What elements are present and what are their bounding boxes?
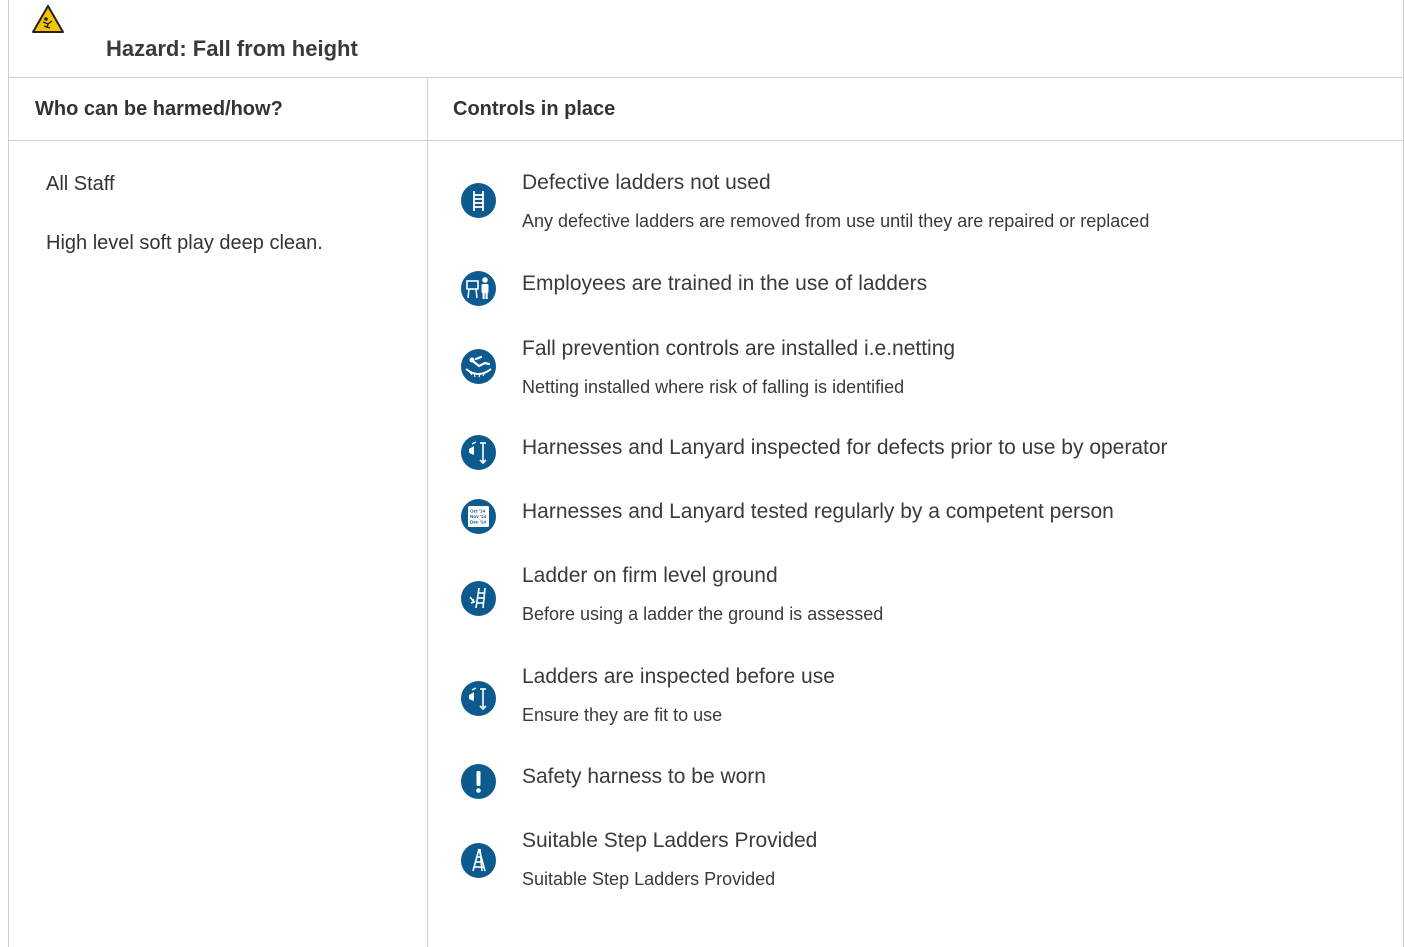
calendar-line: Nov '14	[470, 514, 487, 519]
calendar-test-icon: Oct '14 Nov '14 Dec '14	[461, 499, 496, 534]
control-title: Safety harness to be worn	[522, 765, 766, 788]
control-item: Fall prevention controls are installed i…	[461, 337, 1381, 397]
risk-assessment-panel: Hazard: Fall from height Who can be harm…	[8, 0, 1404, 947]
step-ladder-icon	[461, 843, 496, 878]
control-title: Defective ladders not used	[522, 171, 771, 194]
control-item: Ladder on firm level ground Before using…	[461, 564, 1381, 624]
control-item: Safety harness to be worn	[461, 764, 1381, 825]
control-title: Fall prevention controls are installed i…	[522, 337, 956, 360]
control-item: Employees are trained in the use of ladd…	[461, 271, 1381, 332]
controls-column-header: Controls in place	[453, 98, 616, 120]
who-item: All Staff	[46, 173, 115, 195]
ladder-ground-icon	[461, 581, 496, 616]
exclamation-icon	[461, 764, 496, 799]
control-description: Ensure they are fit to use	[522, 705, 723, 725]
control-description: Netting installed where risk of falling …	[522, 377, 905, 397]
inspection-icon	[461, 681, 496, 716]
control-item: Defective ladders not used Any defective…	[461, 171, 1381, 231]
ladder-icon	[461, 183, 496, 218]
inspection-icon	[461, 435, 496, 470]
control-item: Oct '14 Nov '14 Dec '14 Harnesses and La…	[461, 499, 1381, 560]
hazard-title: Hazard: Fall from height	[106, 36, 358, 61]
hazard-warning-triangle-icon	[32, 5, 64, 33]
calendar-line: Oct '14	[470, 509, 486, 514]
control-description: Any defective ladders are removed from u…	[522, 211, 1150, 231]
control-item: Ladders are inspected before use Ensure …	[461, 665, 1381, 725]
control-title: Employees are trained in the use of ladd…	[522, 272, 928, 295]
control-item: Suitable Step Ladders Provided Suitable …	[461, 829, 1381, 889]
control-description: Suitable Step Ladders Provided	[522, 869, 776, 889]
who-column-header: Who can be harmed/how?	[35, 98, 283, 120]
control-title: Harnesses and Lanyard tested regularly b…	[522, 500, 1114, 523]
who-item: High level soft play deep clean.	[46, 232, 323, 254]
control-title: Harnesses and Lanyard inspected for defe…	[522, 436, 1168, 459]
control-title: Ladder on firm level ground	[522, 564, 778, 587]
control-title: Suitable Step Ladders Provided	[522, 829, 818, 852]
table-header-row: Who can be harmed/how? Controls in place	[9, 78, 1403, 141]
control-title: Ladders are inspected before use	[522, 665, 835, 688]
training-icon	[461, 271, 496, 306]
calendar-line: Dec '14	[470, 520, 486, 525]
fall-netting-icon	[461, 349, 496, 384]
control-item: Harnesses and Lanyard inspected for defe…	[461, 435, 1381, 496]
column-divider	[427, 78, 428, 947]
control-description: Before using a ladder the ground is asse…	[522, 604, 884, 624]
hazard-header: Hazard: Fall from height	[9, 0, 1403, 78]
who-cell: All Staff High level soft play deep clea…	[46, 173, 323, 291]
